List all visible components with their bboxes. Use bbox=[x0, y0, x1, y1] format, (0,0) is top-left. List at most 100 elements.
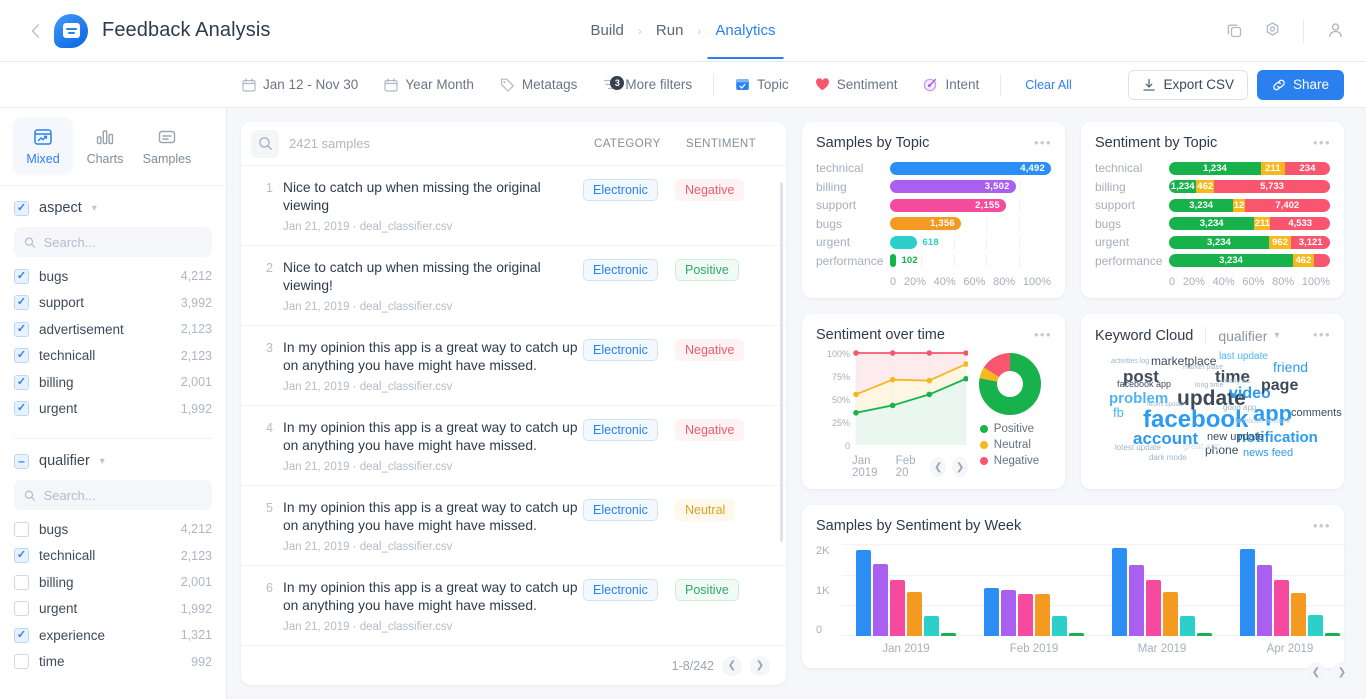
facet-item-checkbox[interactable] bbox=[14, 548, 29, 564]
cloud-word[interactable]: market place bbox=[1183, 364, 1223, 371]
cloud-word[interactable]: recent update bbox=[1147, 402, 1184, 408]
cloud-word[interactable]: lotest update bbox=[1115, 444, 1161, 452]
facet-item-checkbox[interactable] bbox=[14, 521, 29, 537]
bar-billing[interactable] bbox=[1001, 589, 1016, 636]
copy-icon[interactable] bbox=[1217, 14, 1251, 48]
stacked-segment-positive[interactable]: 3,234 bbox=[1169, 254, 1293, 268]
bar-support[interactable] bbox=[1146, 579, 1161, 636]
hbar-fill[interactable]: 3,502 bbox=[890, 180, 1016, 194]
facet-item[interactable]: advertisement 2,123 bbox=[14, 316, 212, 343]
bar-support[interactable] bbox=[1018, 593, 1033, 636]
bar-support[interactable] bbox=[1274, 579, 1289, 636]
data-point[interactable] bbox=[853, 350, 859, 356]
samples-scrollbar[interactable] bbox=[780, 182, 783, 542]
category-badge[interactable]: Electronic bbox=[583, 339, 658, 361]
facet-qualifier-search-input[interactable] bbox=[43, 487, 202, 503]
stacked-segment-positive[interactable]: 1,234 bbox=[1169, 180, 1197, 194]
chevron-down-icon[interactable]: ▾ bbox=[92, 203, 97, 214]
breadcrumb-build[interactable]: Build bbox=[589, 2, 626, 59]
sot-next-icon[interactable]: ❯ bbox=[952, 457, 969, 477]
table-row[interactable]: 5 In my opinion this app is a great way … bbox=[241, 486, 786, 566]
hbar-fill[interactable]: 1,356 bbox=[890, 217, 961, 231]
facet-qualifier-header[interactable]: qualifier ▾ bbox=[14, 453, 212, 469]
bar-billing[interactable] bbox=[1257, 565, 1272, 636]
cloud-word[interactable]: great app bbox=[1183, 442, 1221, 451]
cloud-word[interactable]: dark mode bbox=[1149, 454, 1187, 462]
cloud-word[interactable]: comments bbox=[1291, 408, 1342, 419]
facet-item[interactable]: bugs 4,212 bbox=[14, 263, 212, 290]
more-dots-icon[interactable]: ••• bbox=[1313, 328, 1331, 341]
bar-technical[interactable] bbox=[1112, 548, 1127, 636]
table-row[interactable]: 6 In my opinion this app is a great way … bbox=[241, 566, 786, 645]
more-dots-icon[interactable]: ••• bbox=[1313, 136, 1331, 149]
filter-intent[interactable]: Intent bbox=[910, 77, 992, 92]
facet-item[interactable]: technicall 2,123 bbox=[14, 343, 212, 370]
stacked-segment-positive[interactable]: 3,234 bbox=[1169, 235, 1269, 249]
facet-item[interactable]: technicall 2,123 bbox=[14, 543, 212, 570]
breadcrumb-analytics[interactable]: Analytics bbox=[707, 2, 784, 59]
facet-item[interactable]: bugs 4,212 bbox=[14, 516, 212, 543]
bar-billing[interactable] bbox=[873, 564, 888, 636]
export-csv-button[interactable]: Export CSV bbox=[1128, 69, 1248, 100]
hbar-row[interactable]: bugs 1,356 bbox=[816, 215, 1051, 234]
hbar-row[interactable]: billing 1,234 462 5,733 bbox=[1095, 178, 1330, 197]
cloud-word[interactable]: page bbox=[1261, 378, 1298, 394]
bar-bugs[interactable] bbox=[1163, 592, 1178, 636]
stacked-segment-neutral[interactable]: 211 bbox=[1260, 161, 1285, 175]
filter-metatags[interactable]: Metatags bbox=[487, 77, 591, 92]
back-chevron-icon[interactable] bbox=[18, 23, 52, 38]
facet-aspect-checkbox[interactable] bbox=[14, 200, 29, 216]
share-button[interactable]: Share bbox=[1256, 69, 1344, 100]
cloud-word[interactable]: fb bbox=[1113, 406, 1124, 419]
facet-item-checkbox[interactable] bbox=[14, 574, 29, 590]
tab-charts[interactable]: Charts bbox=[76, 118, 134, 173]
hbar-row[interactable]: billing 3,502 bbox=[816, 178, 1051, 197]
facet-item[interactable]: urgent 1,992 bbox=[14, 596, 212, 623]
filter-topic[interactable]: Topic bbox=[722, 77, 802, 92]
stacked-segment-negative[interactable]: 234 bbox=[1284, 161, 1330, 175]
pagination-prev-icon[interactable]: ❮ bbox=[722, 655, 742, 676]
stacked-segment-neutral[interactable]: 462 bbox=[1292, 254, 1314, 268]
facet-aspect-header[interactable]: aspect ▾ bbox=[14, 200, 212, 216]
search-icon[interactable] bbox=[251, 129, 279, 158]
hbar-fill[interactable]: 4,492 bbox=[890, 161, 1051, 175]
hbar-fill[interactable]: 102 bbox=[890, 254, 918, 268]
cloud-word[interactable]: facebook account bbox=[1235, 418, 1290, 425]
bar-chart-prev-icon[interactable]: ❮ bbox=[1306, 662, 1326, 682]
user-avatar-icon[interactable] bbox=[1318, 14, 1352, 48]
category-badge[interactable]: Electronic bbox=[583, 179, 658, 201]
data-point[interactable] bbox=[889, 350, 896, 356]
sentiment-badge[interactable]: Negative bbox=[675, 339, 745, 361]
table-row[interactable]: 1 Nice to catch up when missing the orig… bbox=[241, 166, 786, 246]
filter-date-range[interactable]: Jan 12 - Nov 30 bbox=[238, 77, 371, 92]
keyword-cloud-selector[interactable]: qualifier ▾ bbox=[1218, 328, 1279, 344]
stacked-segment-positive[interactable]: 3,234 bbox=[1169, 198, 1234, 212]
bar-performance[interactable] bbox=[1069, 632, 1084, 636]
filter-more-filters[interactable]: 3 More filters bbox=[590, 76, 705, 92]
stacked-segment-negative[interactable]: 3,121 bbox=[1291, 235, 1330, 249]
hbar-row[interactable]: performance 3,234 462 bbox=[1095, 252, 1330, 271]
bar-billing[interactable] bbox=[1129, 564, 1144, 636]
facet-item-checkbox[interactable] bbox=[14, 627, 29, 643]
facet-aspect-search-input[interactable] bbox=[43, 234, 202, 250]
hbar-row[interactable]: support 2,155 bbox=[816, 196, 1051, 215]
data-point[interactable] bbox=[926, 391, 933, 398]
category-badge[interactable]: Electronic bbox=[583, 419, 658, 441]
stacked-segment-negative[interactable]: 7,402 bbox=[1244, 198, 1330, 212]
facet-item-checkbox[interactable] bbox=[14, 321, 29, 337]
hbar-fill[interactable]: 618 bbox=[890, 235, 939, 249]
cloud-word[interactable]: last update bbox=[1219, 352, 1268, 362]
cloud-word[interactable]: long time bbox=[1195, 382, 1223, 389]
bar-urgent[interactable] bbox=[1308, 615, 1323, 636]
hbar-fill[interactable]: 2,155 bbox=[890, 198, 1006, 212]
sentiment-badge[interactable]: Positive bbox=[675, 259, 739, 281]
bar-performance[interactable] bbox=[1325, 632, 1340, 636]
data-point[interactable] bbox=[889, 376, 896, 383]
hbar-row[interactable]: bugs 3,234 211 4,533 bbox=[1095, 215, 1330, 234]
filter-sentiment[interactable]: Sentiment bbox=[802, 77, 911, 92]
sot-prev-icon[interactable]: ❮ bbox=[930, 457, 947, 477]
category-badge[interactable]: Electronic bbox=[583, 499, 658, 521]
stacked-segment-negative[interactable] bbox=[1313, 254, 1330, 268]
bar-urgent[interactable] bbox=[1180, 615, 1195, 636]
pagination-next-icon[interactable]: ❯ bbox=[750, 655, 770, 676]
